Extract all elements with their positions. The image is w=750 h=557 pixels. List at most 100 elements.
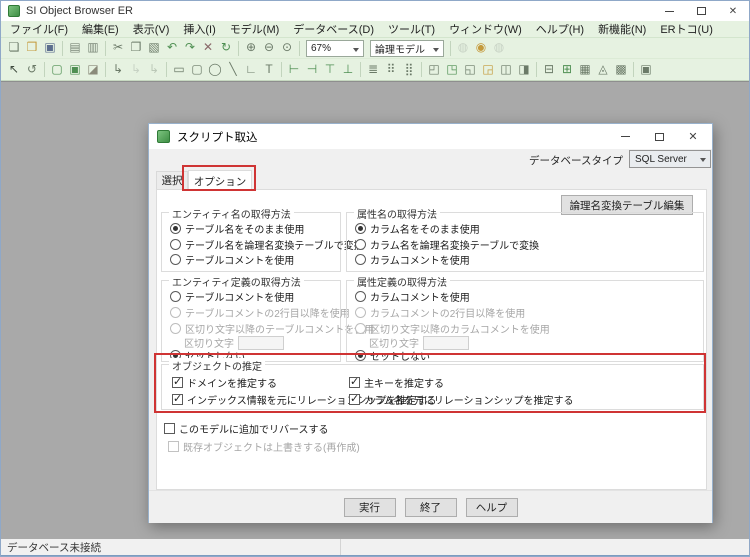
tab-option[interactable]: オプション: [188, 170, 252, 191]
radio-attr-column-comment[interactable]: [355, 291, 366, 302]
cut-icon[interactable]: ✂: [109, 39, 127, 57]
radio-label[interactable]: セットしない: [370, 348, 430, 363]
copy-icon[interactable]: ❐: [127, 39, 145, 57]
checkbox-label[interactable]: 主キーを推定する: [364, 375, 444, 390]
polyline-tool-icon[interactable]: ∟: [242, 61, 260, 79]
report-icon[interactable]: ◨: [515, 61, 533, 79]
dialog-close-button[interactable]: ✕: [676, 124, 710, 149]
radio-def-table-comment[interactable]: [170, 291, 181, 302]
relation-non-identifying-icon[interactable]: ↳: [127, 61, 145, 79]
radio-label[interactable]: カラムコメントを使用: [370, 289, 470, 304]
maximize-button[interactable]: [685, 1, 717, 21]
rectangle-tool-icon[interactable]: ▭: [170, 61, 188, 79]
ellipse-tool-icon[interactable]: ◯: [206, 61, 224, 79]
menu-item[interactable]: 表示(V): [126, 19, 177, 39]
tab-select[interactable]: 選択: [156, 171, 188, 190]
save-icon[interactable]: ▣: [41, 39, 59, 57]
radio-label[interactable]: テーブル名を論理名変換テーブルで変換: [185, 237, 364, 252]
menu-item[interactable]: ウィンドウ(W): [442, 19, 529, 39]
rounded-rect-tool-icon[interactable]: ▢: [188, 61, 206, 79]
menu-item[interactable]: ヘルプ(H): [529, 19, 591, 39]
run-button[interactable]: 実行: [343, 497, 396, 517]
db-type-select[interactable]: SQL Server: [629, 150, 711, 168]
menu-item[interactable]: データベース(D): [286, 19, 381, 39]
model-type-select[interactable]: 論理モデル: [370, 39, 444, 57]
menu-item[interactable]: ファイル(F): [3, 19, 75, 39]
relation-identifying-icon[interactable]: ↳: [109, 61, 127, 79]
grid-snap-icon[interactable]: ⠿: [382, 61, 400, 79]
radio-column-comment[interactable]: [355, 254, 366, 265]
radio-column-name-asis[interactable]: [355, 223, 366, 234]
dialog-minimize-button[interactable]: [608, 124, 642, 149]
db-export-icon[interactable]: ◲: [479, 61, 497, 79]
zoom-fit-icon[interactable]: ⊙: [278, 39, 296, 57]
checkbox-infer-primary-key[interactable]: [349, 377, 360, 388]
radio-label[interactable]: テーブルコメントを使用: [185, 252, 294, 267]
align-right-icon[interactable]: ⊣: [303, 61, 321, 79]
minimize-button[interactable]: [653, 1, 685, 21]
dialog-maximize-button[interactable]: [642, 124, 676, 149]
script-export-icon[interactable]: ◳: [443, 61, 461, 79]
db-connect-icon[interactable]: ⊟: [540, 61, 558, 79]
db-import-icon[interactable]: ◱: [461, 61, 479, 79]
radio-label[interactable]: テーブルコメントを使用: [185, 289, 294, 304]
checkbox-label[interactable]: このモデルに追加でリバースする: [179, 421, 329, 436]
menu-item[interactable]: ツール(T): [381, 19, 442, 39]
domain-tool-icon[interactable]: ◪: [84, 61, 102, 79]
exit-button[interactable]: 終了: [404, 497, 457, 517]
checkbox-infer-relationship-column[interactable]: [349, 394, 360, 405]
print-icon[interactable]: ▤: [66, 39, 84, 57]
nav-back-icon[interactable]: ◍: [454, 39, 472, 57]
undo-icon[interactable]: ↶: [163, 39, 181, 57]
same-size-icon[interactable]: ≣: [364, 61, 382, 79]
radio-table-name-asis[interactable]: [170, 223, 181, 234]
checkbox-label[interactable]: カラム名を元にリレーションシップを推定する: [364, 392, 574, 407]
align-bottom-icon[interactable]: ⊥: [339, 61, 357, 79]
paste-icon[interactable]: ▧: [145, 39, 163, 57]
align-top-icon[interactable]: ⊤: [321, 61, 339, 79]
radio-column-name-convert[interactable]: [355, 239, 366, 250]
radio-label[interactable]: カラムコメントを使用: [370, 252, 470, 267]
delete-icon[interactable]: ✕: [199, 39, 217, 57]
redo-icon[interactable]: ↷: [181, 39, 199, 57]
nav-model-icon[interactable]: ◉: [472, 39, 490, 57]
refresh-icon[interactable]: ↻: [217, 39, 235, 57]
view-tool-icon[interactable]: ▣: [66, 61, 84, 79]
relation-many-icon[interactable]: ↳: [145, 61, 163, 79]
print-preview-icon[interactable]: ▥: [84, 39, 102, 57]
nav-forward-icon[interactable]: ◍: [490, 39, 508, 57]
align-left-icon[interactable]: ⊢: [285, 61, 303, 79]
radio-label[interactable]: テーブル名をそのまま使用: [185, 221, 304, 236]
menu-item[interactable]: 新機能(N): [591, 19, 653, 39]
radio-table-name-convert[interactable]: [170, 239, 181, 250]
close-button[interactable]: ✕: [717, 1, 749, 21]
menu-item[interactable]: 編集(E): [75, 19, 126, 39]
checkbox-reverse-append[interactable]: [164, 423, 175, 434]
open-folder-icon[interactable]: ❒: [23, 39, 41, 57]
radio-label[interactable]: カラム名を論理名変換テーブルで変換: [370, 237, 539, 252]
menu-item[interactable]: 挿入(I): [176, 19, 222, 39]
radio-table-comment[interactable]: [170, 254, 181, 265]
entity-tool-icon[interactable]: ▢: [48, 61, 66, 79]
help-tool-icon[interactable]: ◬: [594, 61, 612, 79]
new-file-icon[interactable]: ❏: [5, 39, 23, 57]
zoom-level-select[interactable]: 67%: [306, 39, 364, 57]
text-tool-icon[interactable]: T: [260, 61, 278, 79]
radio-label[interactable]: カラム名をそのまま使用: [370, 221, 480, 236]
radio-attr-not-set[interactable]: [355, 350, 366, 361]
ole-object-icon[interactable]: ▦: [576, 61, 594, 79]
memo-tool-icon[interactable]: ▩: [612, 61, 630, 79]
script-import-icon[interactable]: ◰: [425, 61, 443, 79]
zoom-out-icon[interactable]: ⊖: [260, 39, 278, 57]
select-cursor-icon[interactable]: ↖: [5, 61, 23, 79]
grid-show-icon[interactable]: ⣿: [400, 61, 418, 79]
pan-icon[interactable]: ↺: [23, 61, 41, 79]
menu-item[interactable]: ERトコ(U): [653, 19, 720, 39]
zoom-in-icon[interactable]: ⊕: [242, 39, 260, 57]
menu-item[interactable]: モデル(M): [223, 19, 287, 39]
new-window-icon[interactable]: ▣: [637, 61, 655, 79]
model-compare-icon[interactable]: ◫: [497, 61, 515, 79]
checkbox-label[interactable]: ドメインを推定する: [187, 375, 277, 390]
checkbox-infer-domain[interactable]: [172, 377, 183, 388]
line-tool-icon[interactable]: ╲: [224, 61, 242, 79]
